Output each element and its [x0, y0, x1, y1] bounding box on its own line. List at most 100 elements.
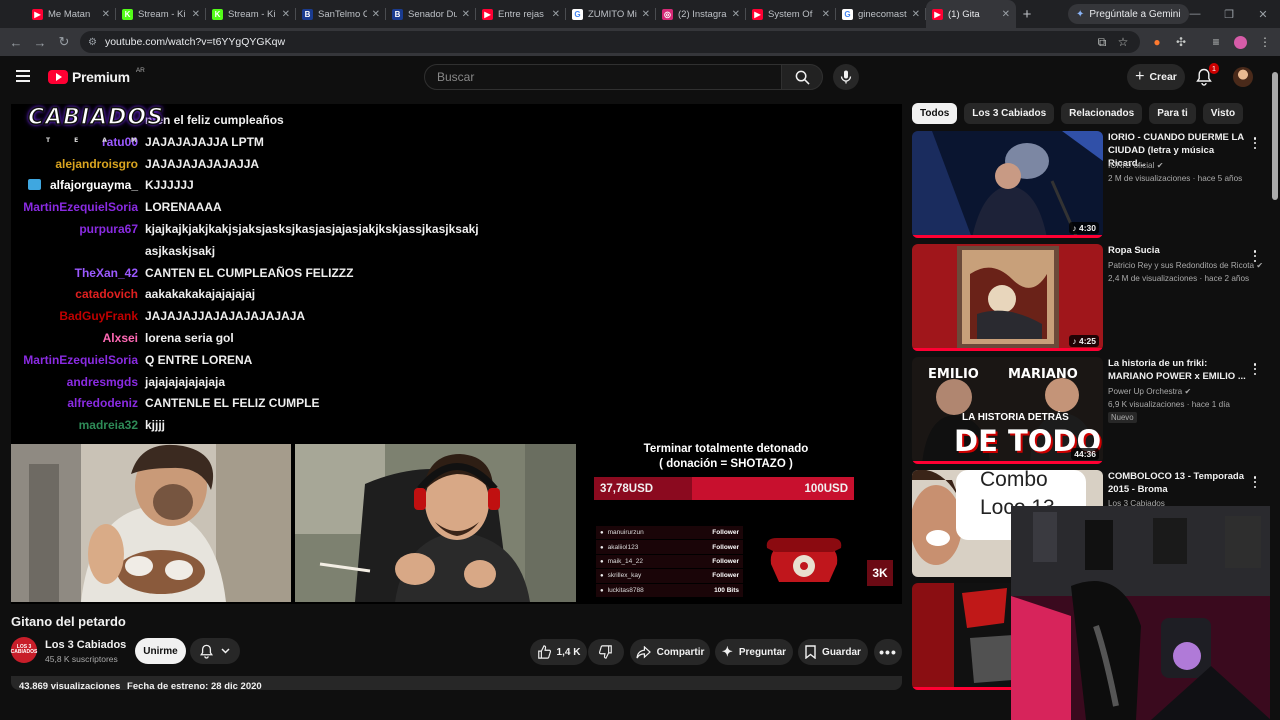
media-control-icon[interactable]: ≡: [1207, 33, 1225, 51]
channel-avatar[interactable]: LOS 3 CABIADOS: [11, 637, 37, 663]
search-input[interactable]: [437, 70, 781, 84]
tab-close-icon[interactable]: ✕: [912, 9, 920, 20]
logo-text: Premium: [72, 69, 130, 85]
recommendation-item[interactable]: ♪ 4:25 Ropa Sucia Patricio Rey y sus Red…: [912, 244, 1266, 351]
tab-close-icon[interactable]: ✕: [1002, 9, 1010, 20]
tab-close-icon[interactable]: ✕: [192, 9, 200, 20]
site-info-icon[interactable]: ⚙: [88, 37, 97, 48]
save-button[interactable]: Guardar: [798, 639, 868, 665]
filter-chip[interactable]: Visto: [1202, 103, 1244, 124]
gemini-icon: ✦: [1076, 8, 1085, 20]
tab-close-icon[interactable]: ✕: [642, 9, 650, 20]
filter-chip[interactable]: Los 3 Cabiados: [964, 103, 1055, 124]
description-box[interactable]: 43.869 visualizaciones Fecha de estreno:…: [11, 676, 902, 690]
recommendation-item[interactable]: ♪ 4:30 IORIO - CUANDO DUERME LA CIUDAD (…: [912, 131, 1266, 238]
more-options-icon[interactable]: [1250, 476, 1260, 488]
browser-tab[interactable]: K Stream - Ki ✕: [206, 0, 296, 28]
goal-target: 100USD: [804, 482, 848, 495]
more-options-icon[interactable]: [1250, 250, 1260, 262]
more-horizontal-icon: •••: [879, 644, 897, 660]
youtube-logo[interactable]: Premium AR: [48, 67, 145, 85]
video-title[interactable]: COMBOLOCO 13 - Temporada 2015 - Broma: [1108, 470, 1248, 496]
join-button[interactable]: Unirme: [135, 638, 186, 664]
browser-tab[interactable]: B SanTelmo C ✕: [296, 0, 386, 28]
more-actions-button[interactable]: •••: [874, 639, 902, 665]
notifications-button[interactable]: 1: [1196, 63, 1219, 86]
page-scrollbar[interactable]: [1270, 56, 1280, 720]
more-options-icon[interactable]: [1250, 137, 1260, 149]
recommendation-item[interactable]: EMILIO MARIANO LA HISTORIA DETRÁS DE TOD…: [912, 357, 1266, 464]
voice-search-button[interactable]: [833, 64, 859, 90]
forward-icon[interactable]: →: [28, 30, 52, 54]
bookmark-star-icon[interactable]: ☆: [1114, 33, 1132, 51]
chat-username: purpura67: [79, 221, 138, 236]
filter-chip[interactable]: Relacionados: [1061, 103, 1143, 124]
filter-chip[interactable]: Todos: [912, 103, 958, 124]
video-player[interactable]: nten el feliz cumpleaños ratu00 JAJAJAJAJJ…: [11, 104, 902, 604]
extension-icon[interactable]: ●: [1148, 33, 1166, 51]
channel-name: IORIO oficial ✔: [1108, 161, 1164, 170]
subscription-bell-button[interactable]: [190, 638, 240, 664]
tab-list: ▶ Me Matan ✕ K Stream - Ki ✕ K Stream - Ki ✕ B San…: [26, 0, 1016, 28]
browser-menu-icon[interactable]: ⋮: [1256, 33, 1274, 51]
youtube-header: Premium AR + Crear 1: [0, 56, 1270, 100]
tab-close-icon[interactable]: ✕: [462, 9, 470, 20]
donation-goal-title: Terminar totalmente detonado ( donación …: [643, 443, 809, 470]
back-icon[interactable]: ←: [4, 30, 28, 54]
browser-tab[interactable]: ▶ Entre rejas ✕: [476, 0, 566, 28]
event-row: maik_14_22 Follower: [596, 554, 743, 569]
maximize-icon[interactable]: ❐: [1212, 0, 1246, 28]
thumbs-down-icon: [599, 645, 612, 659]
share-icon: [635, 645, 651, 659]
close-window-icon[interactable]: ✕: [1246, 0, 1280, 28]
video-thumbnail[interactable]: ♪ 4:25: [912, 244, 1103, 351]
tab-close-icon[interactable]: ✕: [282, 9, 290, 20]
url-text: youtube.com/watch?v=t6YYgQYGKqw: [104, 36, 286, 48]
search-button[interactable]: [781, 64, 823, 90]
browser-tab[interactable]: ▶ Me Matan ✕: [26, 0, 116, 28]
like-button[interactable]: 1,4 K: [530, 639, 587, 665]
tab-close-icon[interactable]: ✕: [552, 9, 560, 20]
minimize-icon[interactable]: —: [1178, 0, 1212, 28]
menu-icon[interactable]: [16, 70, 30, 82]
ask-button[interactable]: ✦ Preguntar: [715, 639, 793, 665]
video-thumbnail[interactable]: EMILIO MARIANO LA HISTORIA DETRÁS DE TOD…: [912, 357, 1103, 464]
account-avatar[interactable]: [1233, 67, 1253, 87]
chevron-down-icon: [221, 648, 230, 654]
browser-tab[interactable]: G ZUMITO Mi ✕: [566, 0, 656, 28]
video-title[interactable]: Ropa Sucia: [1108, 244, 1248, 257]
search-box: [424, 64, 782, 90]
extensions-puzzle-icon[interactable]: ✣: [1172, 33, 1190, 51]
tab-close-icon[interactable]: ✕: [822, 9, 830, 20]
create-button[interactable]: + Crear: [1127, 64, 1185, 90]
chat-message: alejandroisgro JAJAJAJAJAJAJJA: [11, 154, 551, 176]
chat-message: andresmgds jajajajajajajaja: [11, 372, 551, 394]
more-options-icon[interactable]: [1250, 363, 1260, 375]
address-bar[interactable]: ⚙ youtube.com/watch?v=t6YYgQYGKqw: [80, 31, 1140, 53]
browser-tab[interactable]: Gginecomast ✕: [836, 0, 926, 28]
donation-goal-bar: 37,78USD 100USD: [594, 477, 854, 500]
profile-avatar-icon[interactable]: [1231, 33, 1249, 51]
channel-name[interactable]: Los 3 Cabiados: [45, 639, 126, 651]
browser-tab[interactable]: ◎ (2) Instagra ✕: [656, 0, 746, 28]
tab-close-icon[interactable]: ✕: [372, 9, 380, 20]
event-row: manuirurzun Follower: [596, 526, 743, 540]
video-thumbnail[interactable]: ♪ 4:30: [912, 131, 1103, 238]
video-title[interactable]: La historia de un friki: MARIANO POWER x…: [1108, 357, 1248, 383]
new-tab-button[interactable]: +: [1016, 6, 1038, 23]
browser-tab[interactable]: K Stream - Ki ✕: [116, 0, 206, 28]
browser-tab[interactable]: ▶ (1) Gita ✕: [926, 0, 1016, 28]
tab-close-icon[interactable]: ✕: [102, 9, 110, 20]
tab-title: Me Matan: [48, 8, 91, 20]
gemini-button[interactable]: ✦ Pregúntale a Gemini: [1068, 4, 1189, 24]
filter-chip[interactable]: Para ti: [1149, 103, 1196, 124]
browser-tab[interactable]: B Senador Du ✕: [386, 0, 476, 28]
tab-close-icon[interactable]: ✕: [732, 9, 740, 20]
video-duration: 44:36: [1071, 448, 1099, 460]
dislike-button[interactable]: [588, 639, 624, 665]
install-app-icon[interactable]: ⧉: [1093, 33, 1111, 51]
browser-tab[interactable]: ▶ System Of ✕: [746, 0, 836, 28]
share-button[interactable]: Compartir: [630, 639, 710, 665]
reload-icon[interactable]: ↻: [52, 30, 76, 54]
chat-text: jajajajajajajaja: [145, 374, 226, 389]
